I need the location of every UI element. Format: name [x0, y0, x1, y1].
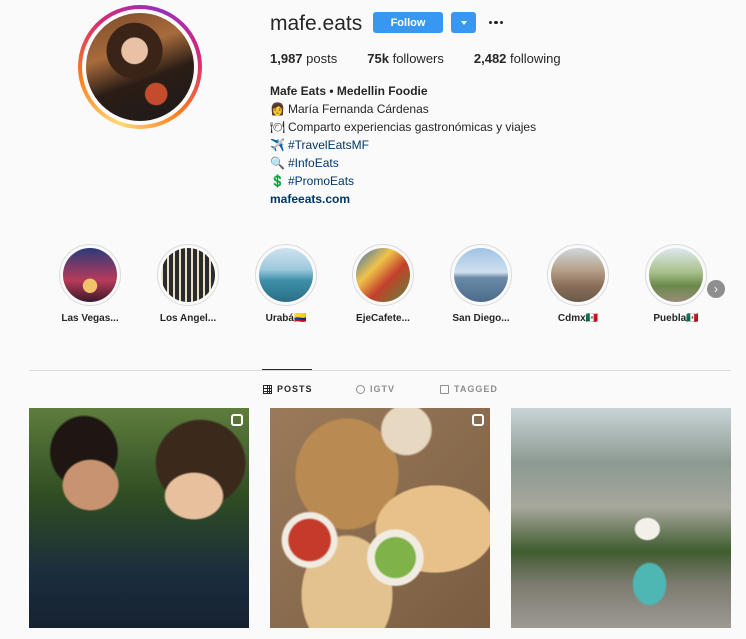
magnifier-emoji-icon: 🔍 — [270, 156, 285, 170]
more-dots-icon — [488, 20, 493, 25]
woman-emoji-icon: 👩 — [270, 102, 285, 116]
dollar-emoji-icon: 💲 — [270, 174, 285, 188]
following-count[interactable]: 2,482 following — [474, 51, 561, 66]
highlight-cover — [356, 248, 410, 302]
story-highlights: Las Vegas... Los Angel... Urabá🇨🇴 EjeCaf… — [0, 244, 746, 334]
follow-button[interactable]: Follow — [373, 12, 443, 33]
hashtag-link[interactable]: #InfoEats — [288, 154, 339, 172]
profile-avatar-ring[interactable] — [78, 5, 202, 129]
carousel-icon — [472, 414, 484, 426]
highlight-item[interactable]: Las Vegas... — [52, 244, 128, 324]
highlight-cover — [551, 248, 605, 302]
website-link[interactable]: mafeeats.com — [270, 192, 350, 206]
followers-count[interactable]: 75k followers — [367, 51, 444, 66]
chevron-down-icon — [460, 20, 467, 25]
tab-igtv[interactable]: IGTV — [356, 384, 395, 394]
highlight-item[interactable]: San Diego... — [443, 244, 519, 324]
tab-tagged[interactable]: TAGGED — [440, 384, 498, 394]
suggested-accounts-button[interactable] — [451, 12, 476, 33]
bio-name: Mafe Eats • Medellin Foodie — [270, 84, 428, 98]
igtv-icon — [231, 414, 243, 426]
post-thumbnail[interactable] — [270, 408, 490, 628]
highlight-cover — [259, 248, 313, 302]
hashtag-link[interactable]: #PromoEats — [288, 172, 354, 190]
highlight-item[interactable]: Urabá🇨🇴 — [248, 244, 324, 324]
plate-emoji-icon: 🍽 — [270, 120, 286, 134]
bio-line: 👩 María Fernanda Cárdenas — [270, 102, 429, 116]
post-thumbnail[interactable] — [511, 408, 731, 628]
grid-icon — [263, 384, 272, 394]
highlight-cover — [649, 248, 703, 302]
highlight-item[interactable]: Puebla🇲🇽 — [638, 244, 714, 324]
highlight-cover — [454, 248, 508, 302]
igtv-icon — [356, 384, 365, 394]
avatar[interactable] — [86, 13, 194, 121]
tab-posts[interactable]: POSTS — [263, 384, 313, 394]
profile-bio: Mafe Eats • Medellin Foodie 👩 María Ferna… — [270, 82, 536, 208]
profile-stats: 1,987 posts 75k followers 2,482 followin… — [270, 51, 591, 66]
options-button[interactable] — [486, 12, 506, 33]
bio-line: 💲 #PromoEats — [270, 172, 536, 190]
highlight-item[interactable]: Los Angel... — [150, 244, 226, 324]
posts-count: 1,987 posts — [270, 51, 338, 66]
bio-line: 🍽 Comparto experiencias gastronómicas y v… — [270, 120, 537, 134]
post-thumbnail[interactable] — [29, 408, 249, 628]
highlight-cover — [63, 248, 117, 302]
active-tab-indicator — [262, 369, 312, 370]
highlight-cover — [161, 248, 215, 302]
bio-line: 🔍 #InfoEats — [270, 154, 536, 172]
highlight-item[interactable]: Cdmx🇲🇽 — [540, 244, 616, 324]
highlight-item[interactable]: EjeCafete... — [345, 244, 421, 324]
tagged-icon — [440, 384, 449, 394]
chevron-right-icon[interactable]: › — [707, 280, 725, 298]
hashtag-link[interactable]: #TravelEatsMF — [288, 136, 369, 154]
profile-username: mafe.eats — [270, 12, 363, 35]
bio-line: ✈️ #TravelEatsMF — [270, 136, 536, 154]
airplane-emoji-icon: ✈️ — [270, 138, 285, 152]
tabs-divider — [29, 370, 731, 371]
